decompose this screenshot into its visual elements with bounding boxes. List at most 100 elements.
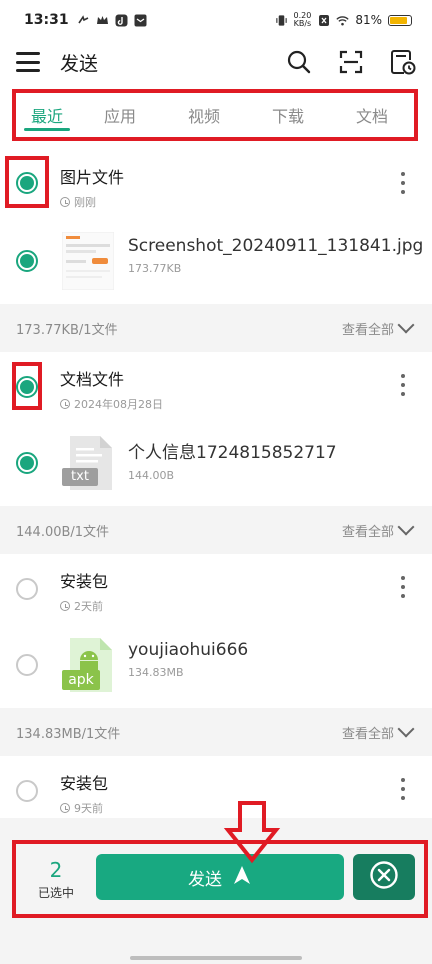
clock-icon [60,197,70,207]
sync-icon [77,14,90,27]
selected-count: 2 已选中 [32,858,80,901]
send-button[interactable]: 发送 [96,854,344,900]
clock-icon [60,601,70,611]
bottom-action-bar: 2 已选中 发送 [12,840,428,918]
battery-percent: 81% [355,13,382,27]
file-info: youjiaohui666 134.83MB [128,640,248,679]
group-title: 安装包 [60,774,109,793]
group-header-documents[interactable]: 文档文件 2024年08月28日 [0,352,432,420]
network-speed-unit: KB/s [293,19,312,28]
search-icon[interactable] [286,49,312,75]
history-icon[interactable] [390,49,416,75]
summary-text: 173.77KB/1文件 [16,322,118,338]
group-title: 文档文件 [60,370,125,389]
clock-icon [60,803,70,813]
summary-text: 134.83MB/1文件 [16,726,121,742]
group-checkbox-images[interactable] [16,172,38,194]
page-title: 发送 [60,52,99,75]
group-title: 安装包 [60,572,109,591]
crown-icon [96,14,109,27]
file-name: youjiaohui666 [128,640,249,660]
group-summary-documents: 144.00B/1文件 查看全部 [0,506,432,554]
file-size: 134.83MB [128,666,184,679]
group-header-images[interactable]: 图片文件 刚刚 [0,150,432,218]
tab-apps[interactable]: 应用 [78,93,162,137]
file-size: 144.00B [128,469,175,482]
group-checkbox-documents[interactable] [16,376,38,398]
chevron-down-icon [397,720,415,738]
view-all-button[interactable]: 查看全部 [342,316,416,338]
file-checkbox[interactable] [16,452,38,474]
file-row-txt[interactable]: txt 个人信息1724815852717 144.00B [0,420,432,506]
file-info: 个人信息1724815852717 144.00B [128,438,337,482]
file-name: Screenshot_20240911_131841.jpg [128,236,424,256]
status-system-icons: 0.20 KB/s 81% [275,12,412,28]
group-header-text: 安装包 9天前 [60,770,108,816]
file-size: 173.77KB [128,262,182,275]
home-indicator[interactable] [130,956,302,960]
file-list: 图片文件 刚刚 Screenshot_20240911_131841.jpg 1… [0,150,432,824]
more-options-icon[interactable] [400,374,406,396]
group-time: 刚刚 [60,194,124,210]
file-ext-label: apk [68,672,94,688]
battery-icon [388,14,412,26]
sim-off-icon [317,14,330,27]
group-checkbox-apk-2[interactable] [16,780,38,802]
group-checkbox-apk[interactable] [16,578,38,600]
app-bar: 发送 [0,40,432,84]
send-button-label: 发送 [188,869,222,890]
group-time: 2024年08月28日 [60,396,163,412]
group-time: 2天前 [60,598,108,614]
file-checkbox[interactable] [16,250,38,272]
scan-icon[interactable] [338,49,364,75]
group-summary-images: 173.77KB/1文件 查看全部 [0,304,432,352]
file-row-screenshot[interactable]: Screenshot_20240911_131841.jpg 173.77KB [0,218,432,304]
cancel-selection-button[interactable] [353,854,415,900]
selected-count-number: 2 [49,858,63,882]
file-name: 个人信息1724815852717 [128,443,337,463]
group-header-text: 文档文件 2024年08月28日 [60,366,163,412]
chevron-down-icon [397,518,415,536]
more-options-icon[interactable] [400,576,406,598]
clock-icon [60,399,70,409]
message-icon [134,14,147,27]
selected-count-label: 已选中 [37,886,74,900]
network-speed: 0.20 KB/s [294,12,312,28]
wifi-icon [336,14,349,27]
group-header-text: 安装包 2天前 [60,568,108,614]
group-header-apk-2[interactable]: 安装包 9天前 [0,756,432,824]
view-all-button[interactable]: 查看全部 [342,720,416,742]
apk-file-icon: apk [62,636,116,694]
tab-bar: 最近 应用 视频 下载 文档 [12,89,418,141]
txt-file-icon: txt [62,434,116,492]
group-header-apk[interactable]: 安装包 2天前 [0,554,432,622]
screenshot-thumbnail [61,231,115,291]
chevron-down-icon [397,316,415,334]
group-header-text: 图片文件 刚刚 [60,164,124,210]
status-time: 13:31 [24,12,69,28]
file-checkbox[interactable] [16,654,38,676]
annotation-arrow-icon [222,800,282,864]
status-bar: 13:31 0.20 KB/s 81% [0,0,432,40]
tab-downloads[interactable]: 下载 [246,93,330,137]
tab-videos[interactable]: 视频 [162,93,246,137]
vibrate-icon [275,14,288,27]
file-info: Screenshot_20240911_131841.jpg 173.77KB [128,236,423,275]
group-title: 图片文件 [60,168,125,187]
group-time: 9天前 [60,800,108,816]
status-notification-icons [77,14,147,27]
app-actions [286,49,416,75]
menu-icon[interactable] [16,52,40,72]
group-summary-apk: 134.83MB/1文件 查看全部 [0,708,432,756]
more-options-icon[interactable] [400,172,406,194]
more-options-icon[interactable] [400,778,406,800]
file-ext-label: txt [71,469,89,484]
file-row-apk[interactable]: apk youjiaohui666 134.83MB [0,622,432,708]
tab-recent[interactable]: 最近 [16,93,78,137]
tab-documents[interactable]: 文档 [330,93,414,137]
close-icon [369,860,399,894]
summary-text: 144.00B/1文件 [16,524,110,540]
send-arrow-icon [232,865,252,890]
tiktok-icon [115,14,128,27]
view-all-button[interactable]: 查看全部 [342,518,416,540]
